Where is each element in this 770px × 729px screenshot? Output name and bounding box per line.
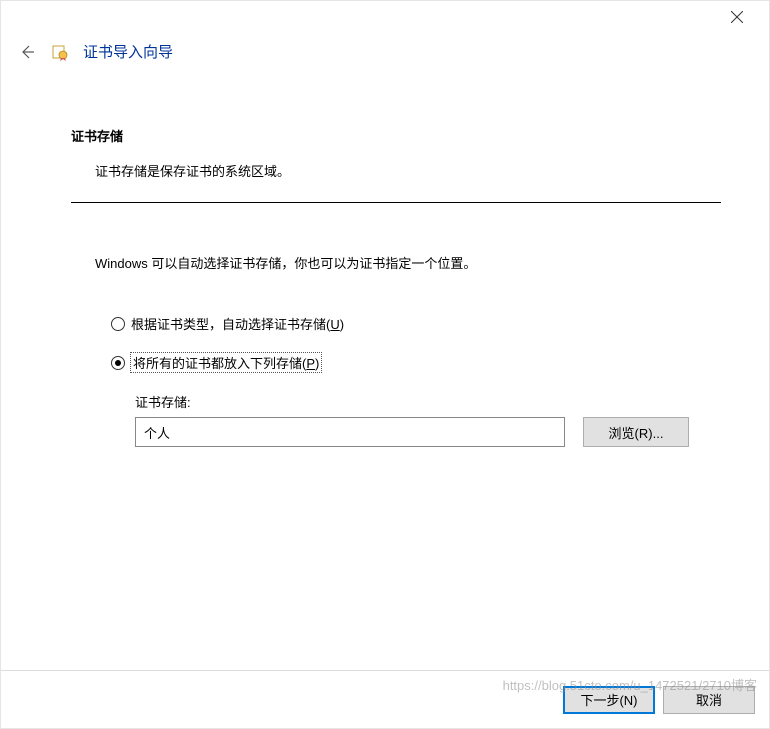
radio-manual-label: 将所有的证书都放入下列存储(P) [131, 353, 321, 372]
store-row: 浏览(R)... [135, 417, 721, 447]
radio-auto-label: 根据证书类型，自动选择证书存储(U) [131, 314, 344, 333]
radio-manual-select[interactable]: 将所有的证书都放入下列存储(P) [111, 353, 721, 372]
back-arrow-icon [18, 43, 36, 61]
footer: 下一步(N) 取消 [1, 670, 769, 728]
radio-group: 根据证书类型，自动选择证书存储(U) 将所有的证书都放入下列存储(P) [111, 314, 721, 372]
radio-icon [111, 317, 125, 331]
store-label: 证书存储: [135, 392, 721, 411]
radio-icon [111, 356, 125, 370]
next-button[interactable]: 下一步(N) [563, 686, 655, 714]
certificate-wizard-icon [51, 43, 69, 61]
section-title: 证书存储 [71, 126, 721, 145]
wizard-header: 证书导入向导 [1, 33, 769, 66]
wizard-title: 证书导入向导 [83, 41, 173, 62]
content-area: 证书存储 证书存储是保存证书的系统区域。 Windows 可以自动选择证书存储，… [1, 66, 769, 447]
instruction-text: Windows 可以自动选择证书存储，你也可以为证书指定一个位置。 [95, 253, 721, 272]
radio-auto-select[interactable]: 根据证书类型，自动选择证书存储(U) [111, 314, 721, 333]
store-input[interactable] [135, 417, 565, 447]
browse-button[interactable]: 浏览(R)... [583, 417, 689, 447]
close-icon [731, 11, 743, 23]
back-button[interactable] [17, 42, 37, 62]
section-description: 证书存储是保存证书的系统区域。 [95, 161, 721, 180]
titlebar [1, 1, 769, 33]
divider [71, 202, 721, 203]
store-block: 证书存储: 浏览(R)... [135, 392, 721, 447]
close-button[interactable] [717, 3, 757, 31]
cancel-button[interactable]: 取消 [663, 686, 755, 714]
